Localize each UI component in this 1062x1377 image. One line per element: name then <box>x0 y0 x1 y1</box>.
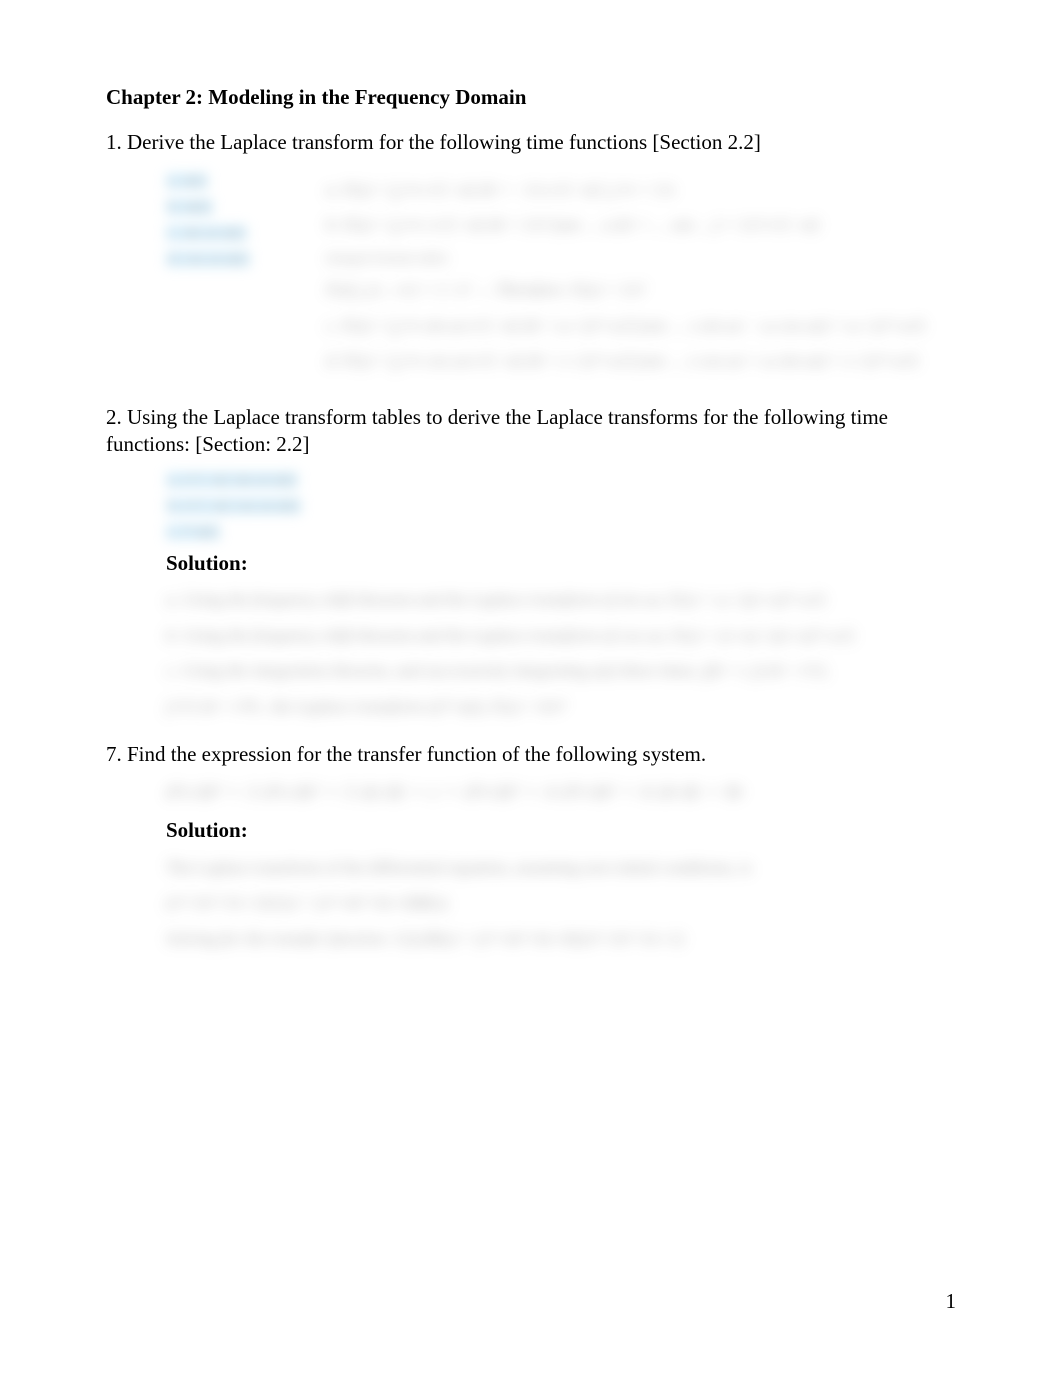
q7-eq: d³c/dt³ + 3 d²c/dt² + 5 dc/dt + c = d³r/… <box>166 779 956 808</box>
q2-sol-a: a. Using the frequency shift theorem and… <box>166 587 956 613</box>
question-2-body: a. e^{−at} sin ωt u(t) b. e^{−at} cos ωt… <box>166 468 956 719</box>
question-7-solution-work: The Laplace transform of the differentia… <box>166 855 956 952</box>
q1-sol-ft: F(s)|_{s→∞} = 1 / s² → Therefore: F(s) =… <box>326 277 956 303</box>
chapter-heading: Chapter 2: Modeling in the Frequency Dom… <box>106 84 956 111</box>
q2-option-a: a. e^{−at} sin ωt u(t) <box>166 472 298 488</box>
question-2-text: 2. Using the Laplace transform tables to… <box>106 404 956 459</box>
question-7-equation: d³c/dt³ + 3 d²c/dt² + 5 dc/dt + c = d³r/… <box>166 779 956 808</box>
q2-sol-b: b. Using the frequency shift theorem and… <box>166 623 956 649</box>
q2-sol-c2: ∫ t²/2 dt = t³/6 , the Laplace transform… <box>166 694 956 720</box>
q1-option-c: c. sin ωt u(t) <box>166 225 247 241</box>
q2-sol-c: c. Using the integration theorem, and su… <box>166 658 956 684</box>
page-number: 1 <box>946 1288 957 1315</box>
question-1-solution-work: a. F(s) = ∫₀^∞ e^{−st} dt = −1/s e^{−st}… <box>326 167 956 384</box>
q2-option-b: b. e^{−at} cos ωt u(t) <box>166 498 301 514</box>
q1-sol-b: b. F(s) = ∫₀^∞ t e^{−st} dt = 1/s² (use … <box>326 212 956 238</box>
q1-option-b: b. tu(t) <box>166 199 213 215</box>
q7-solution-label: Solution: <box>166 817 956 844</box>
question-2-solution-work: a. Using the frequency shift theorem and… <box>166 587 956 719</box>
question-7-body: d³c/dt³ + 3 d²c/dt² + 5 dc/dt + c = d³r/… <box>166 779 956 951</box>
q1-sol-b-note: (integral formula table) <box>326 248 956 268</box>
q1-sol-a: a. F(s) = ∫₀^∞ e^{−st} dt = −1/s e^{−st}… <box>326 177 956 203</box>
q1-option-a: a. u(t) <box>166 173 208 189</box>
question-7-text: 7. Find the expression for the transfer … <box>106 741 956 768</box>
q7-sol-b: (s³+3s²+5s+1)C(s) = (s³+4s²+6s+8)R(s). <box>166 890 956 916</box>
question-1-body: a. u(t) b. tu(t) c. sin ωt u(t) d. cos ω… <box>166 167 956 384</box>
q2-option-c: c. t³ u(t) <box>166 524 220 540</box>
q1-sol-c: c. F(s) = ∫₀^∞ sin ωt e^{−st} dt = ω / (… <box>326 313 956 339</box>
q7-sol-a: The Laplace transform of the differentia… <box>166 855 956 881</box>
q1-sol-d: d. F(s) = ∫₀^∞ cos ωt e^{−st} dt = s / (… <box>326 348 956 374</box>
q1-option-d: d. cos ωt u(t) <box>166 251 250 267</box>
q2-solution-label: Solution: <box>166 550 956 577</box>
question-1-text: 1. Derive the Laplace transform for the … <box>106 129 956 156</box>
q7-sol-c: Solving for the transfer function: C(s)/… <box>166 926 956 952</box>
question-1-options: a. u(t) b. tu(t) c. sin ωt u(t) d. cos ω… <box>166 167 286 273</box>
document-page: Chapter 2: Modeling in the Frequency Dom… <box>0 0 1062 1377</box>
question-2-options: a. e^{−at} sin ωt u(t) b. e^{−at} cos ωt… <box>166 468 956 544</box>
